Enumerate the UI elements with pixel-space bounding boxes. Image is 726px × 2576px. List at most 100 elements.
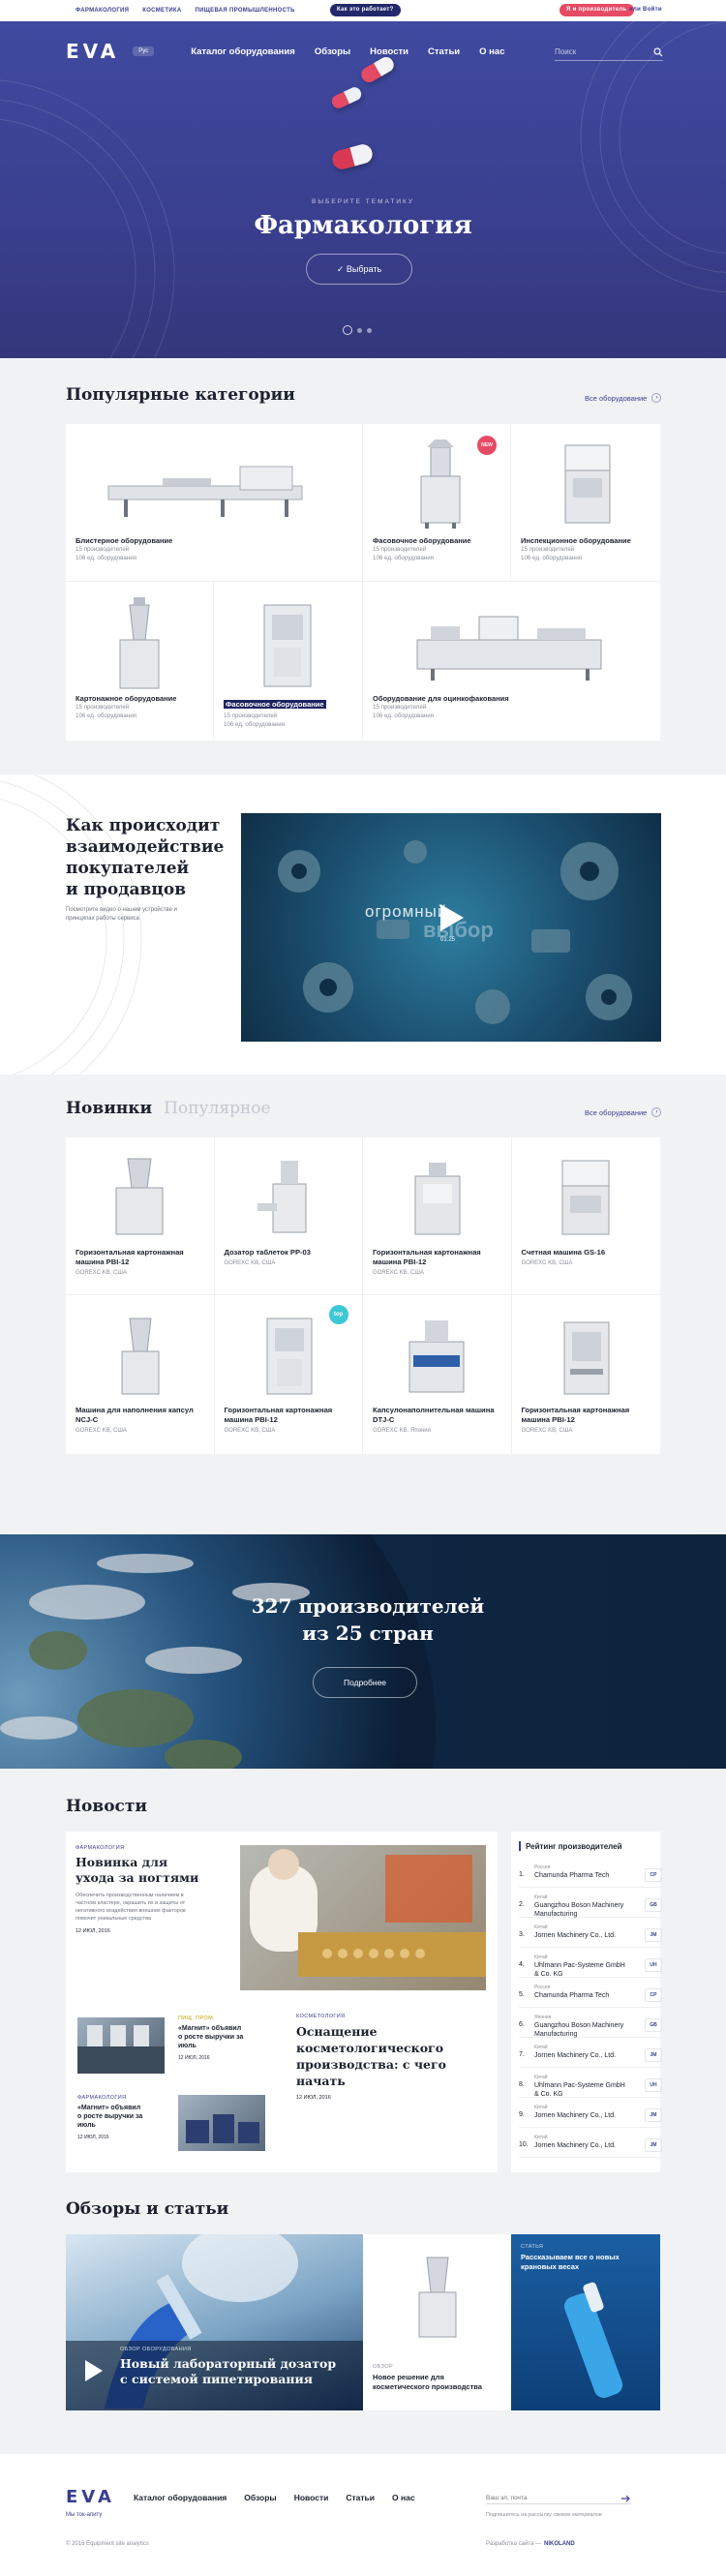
review-headline[interactable]: Новое решение для косметического произво… <box>373 2373 499 2392</box>
review-headline[interactable]: Рассказываем все о новых крановых весах <box>521 2253 650 2272</box>
pagination-dot-active[interactable] <box>343 325 352 335</box>
review-headline[interactable]: Новый лабораторный дозатор с системой пи… <box>120 2356 343 2387</box>
product-card[interactable]: Машина для наполнения капсул NCJ-C GOREXC… <box>66 1295 215 1454</box>
rating-row[interactable]: 4. Китай Uhlmann Pac-Systeme GmbH & Co. KG… <box>519 1953 662 1978</box>
pagination-dot[interactable] <box>357 327 362 333</box>
news-main[interactable]: ФАРМАКОЛОГИЯ Новинка для ухода за ногтям… <box>76 1845 201 1934</box>
category-card[interactable]: NEW Фасовочное оборудование 15 производи… <box>363 424 511 582</box>
play-icon[interactable] <box>440 904 464 936</box>
footer-link-catalog[interactable]: Каталог оборудования <box>134 2493 227 2502</box>
nav-news[interactable]: Новости <box>370 46 408 57</box>
news-thumb[interactable] <box>178 2095 265 2151</box>
footer-link-articles[interactable]: Статьи <box>346 2493 375 2502</box>
rating-row[interactable]: 7. Китай Jornen Machinery Co., Ltd. JM <box>519 2043 662 2068</box>
product-card[interactable]: Горизонтальная картонажная машина PBI-12… <box>363 1137 512 1295</box>
review-card[interactable]: ОБЗОР Новое решение для косметического п… <box>363 2234 511 2410</box>
product-name[interactable]: Горизонтальная картонажная машина PBI-12 <box>225 1406 350 1425</box>
rating-row[interactable]: 3. Китай Jornen Machinery Co., Ltd. JM <box>519 1923 662 1948</box>
site-logo[interactable]: EVA <box>66 40 119 63</box>
product-card[interactable]: top Горизонтальная картонажная машина PB… <box>215 1295 363 1454</box>
footer-logo[interactable]: EVA <box>66 2487 115 2507</box>
category-card[interactable]: Картонажное оборудование 15 производител… <box>66 582 214 741</box>
rating-producer-name[interactable]: Jornen Machinery Co., Ltd. <box>534 2111 631 2120</box>
producer-button[interactable]: Я и производитель <box>560 4 634 16</box>
product-card[interactable]: Горизонтальная картонажная машина PBI-12… <box>512 1295 661 1454</box>
choose-button[interactable]: ✓ Выбрать <box>306 254 412 285</box>
category-name[interactable]: Фасовочное оборудование <box>373 536 471 545</box>
rating-producer-name[interactable]: Guangzhou Boson Machinery Manufacturing <box>534 2021 631 2039</box>
rating-producer-name[interactable]: Chamunda Pharma Tech <box>534 1991 631 2000</box>
rating-producer-name[interactable]: Uhlmann Pac-Systeme GmbH & Co. KG <box>534 2081 631 2099</box>
category-name[interactable]: Оборудование для оцинкофакования <box>373 694 509 703</box>
rating-row[interactable]: 6. Япония Guangzhou Boson Machinery Manufa… <box>519 2013 662 2038</box>
rating-producer-name[interactable]: Jornen Machinery Co., Ltd. <box>534 1931 631 1940</box>
rating-row[interactable]: 5. Россия Chamunda Pharma Tech CP <box>519 1983 662 2008</box>
more-details-button[interactable]: Подробнее <box>313 1667 417 1698</box>
search-icon[interactable] <box>653 45 663 62</box>
tab-newest[interactable]: Новинки <box>66 1099 152 1118</box>
footer-link-about[interactable]: О нас <box>392 2493 415 2502</box>
review-main-card[interactable]: ОБЗОР ОБОРУДОВАНИЯ Новый лабораторный до… <box>66 2234 363 2410</box>
news-headline[interactable]: «Магнит» объявил о росте выручки за июль <box>178 2024 246 2050</box>
product-name[interactable]: Горизонтальная картонажная машина PBI-12 <box>522 1406 648 1425</box>
category-name-highlighted[interactable]: Фасовочное оборудование <box>224 700 326 709</box>
news-small[interactable]: ФАРМАКОЛОГИЯ «Магнит» объявил о росте вы… <box>77 2095 145 2140</box>
play-icon[interactable] <box>85 2360 103 2386</box>
news-big[interactable]: КОСМЕТОЛОГИЯ Оснащение косметологическог… <box>296 2014 480 2101</box>
topbar-link-pharma[interactable]: ФАРМАКОЛОГИЯ <box>76 8 129 14</box>
rating-producer-name[interactable]: Guangzhou Boson Machinery Manufacturing <box>534 1901 631 1919</box>
footer-link-news[interactable]: Новости <box>294 2493 329 2502</box>
product-name[interactable]: Капсулонаполнительная машина DTJ-C <box>373 1406 499 1425</box>
topbar-link-cosmetics[interactable]: КОСМЕТИКА <box>142 8 181 14</box>
review-article-card[interactable]: СТАТЬЯ Рассказываем все о новых крановых… <box>511 2234 660 2410</box>
news-image[interactable] <box>240 1845 486 1990</box>
category-card[interactable]: Оборудование для оцинкофакования 15 прои… <box>363 582 660 741</box>
tab-popular[interactable]: Популярное <box>164 1099 270 1118</box>
news-small[interactable]: ПИЩ. ПРОМ. «Магнит» объявил о росте выру… <box>178 2015 246 2061</box>
category-name[interactable]: Картонажное оборудование <box>76 694 176 703</box>
topbar-link-food[interactable]: ПИЩЕВАЯ ПРОМЫШЛЕННОСТЬ <box>196 8 295 14</box>
category-card[interactable]: Фасовочное оборудование 15 производителе… <box>214 582 363 741</box>
rating-producer-name[interactable]: Jornen Machinery Co., Ltd. <box>534 2141 631 2150</box>
all-equipment-link[interactable]: Все оборудование › <box>585 1107 662 1117</box>
product-name[interactable]: Машина для наполнения капсул NCJ-C <box>76 1406 201 1425</box>
product-card[interactable]: Капсулонаполнительная машина DTJ-C GOREXC… <box>363 1295 512 1454</box>
product-name[interactable]: Горизонтальная картонажная машина PBI-12 <box>76 1248 201 1267</box>
developer-link[interactable]: NIKOLAND <box>544 2541 575 2547</box>
arrow-right-icon[interactable] <box>621 2490 631 2507</box>
nav-articles[interactable]: Статьи <box>428 46 460 57</box>
product-name[interactable]: Дозатор таблеток PP-03 <box>225 1248 350 1258</box>
category-card[interactable]: Блистерное оборудование 15 производителе… <box>66 424 363 582</box>
news-headline[interactable]: «Магнит» объявил о росте выручки за июль <box>77 2104 145 2130</box>
rating-producer-name[interactable]: Chamunda Pharma Tech <box>534 1871 631 1880</box>
product-name[interactable]: Счетная машина GS-16 <box>522 1248 648 1258</box>
news-headline[interactable]: Оснащение косметологического производств… <box>296 2023 480 2089</box>
footer-link-reviews[interactable]: Обзоры <box>244 2493 276 2502</box>
subscribe-input[interactable] <box>486 2490 612 2506</box>
pagination-dot[interactable] <box>367 327 372 333</box>
rating-row[interactable]: 1. Россия Chamunda Pharma Tech CP <box>519 1863 662 1888</box>
nav-reviews[interactable]: Обзоры <box>315 46 350 57</box>
rating-producer-name[interactable]: Jornen Machinery Co., Ltd. <box>534 2051 631 2060</box>
video-player[interactable]: огромный выбор 01:25 <box>241 813 661 1042</box>
search-input[interactable] <box>555 44 663 61</box>
nav-catalog[interactable]: Каталог оборудования <box>191 46 295 57</box>
nav-about[interactable]: О нас <box>479 46 504 57</box>
news-thumb[interactable] <box>77 2017 165 2074</box>
language-switch[interactable]: Рус <box>133 46 155 56</box>
how-it-works-button[interactable]: Как это работает? <box>330 4 401 16</box>
login-link[interactable]: или Войти <box>629 7 662 13</box>
category-name[interactable]: Инспекционное оборудование <box>521 536 631 545</box>
category-name[interactable]: Блистерное оборудование <box>76 536 172 545</box>
rating-row[interactable]: 10. Китай Jornen Machinery Co., Ltd. JM <box>519 2133 662 2158</box>
all-equipment-link[interactable]: Все оборудование › <box>585 393 662 403</box>
news-headline[interactable]: Новинка для ухода за ногтями <box>76 1855 201 1886</box>
rating-row[interactable]: 8. Китай Uhlmann Pac-Systeme GmbH & Co. KG… <box>519 2073 662 2098</box>
product-name[interactable]: Горизонтальная картонажная машина PBI-12 <box>373 1248 499 1267</box>
category-card[interactable]: Инспекционное оборудование 15 производит… <box>511 424 660 582</box>
product-card[interactable]: Горизонтальная картонажная машина PBI-12… <box>66 1137 215 1295</box>
product-card[interactable]: Счетная машина GS-16 GOREXC KB, США <box>511 1137 660 1295</box>
rating-producer-name[interactable]: Uhlmann Pac-Systeme GmbH & Co. KG <box>534 1961 631 1979</box>
rating-row[interactable]: 2. Китай Guangzhou Boson Machinery Manufac… <box>519 1893 662 1918</box>
rating-row[interactable]: 9. Китай Jornen Machinery Co., Ltd. JM <box>519 2103 662 2128</box>
